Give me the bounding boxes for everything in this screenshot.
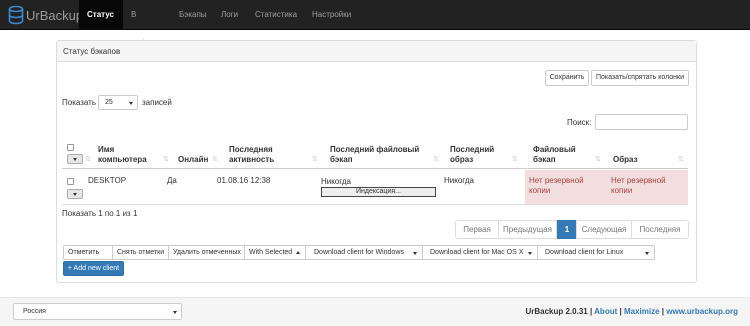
sort-arrows-icon: ⇅ (433, 156, 439, 163)
cell-file-backup: Нет резервной копии (529, 176, 584, 195)
save-button[interactable]: Сохранить (545, 70, 589, 86)
sort-arrows-icon: ⇅ (678, 156, 684, 163)
maximize-link[interactable]: Maximize (624, 307, 660, 316)
row-divider (62, 204, 688, 205)
pagination-last[interactable]: Последняя (631, 220, 689, 239)
download-windows-label: Download client for Windows (314, 249, 404, 256)
caret-down-icon (528, 251, 532, 255)
about-link[interactable]: About (594, 307, 617, 316)
sort-arrows-icon: ⇅ (85, 156, 91, 163)
with-selected-label: With Selected (249, 249, 293, 256)
tab-settings[interactable]: Настройки (304, 0, 360, 29)
show-label: Показать (62, 98, 97, 107)
toggle-columns-button[interactable]: Показать/спрятать колонки (591, 70, 689, 86)
header-online[interactable]: Онлайн (178, 155, 208, 165)
sort-arrows-icon: ⇅ (163, 156, 169, 163)
download-mac-button[interactable]: Download client for Mac OS X (422, 245, 538, 260)
tab-backups[interactable]: Бэкапы (171, 0, 211, 29)
deselect-button[interactable]: Снять отметки (112, 245, 169, 260)
download-linux-button[interactable]: Download client for Linux (537, 245, 655, 260)
panel-title: Статус бэкапов (57, 41, 696, 62)
row-actions-dropdown[interactable] (67, 189, 83, 199)
download-mac-label: Download client for Mac OS X (430, 249, 524, 256)
version-text: UrBackup 2.0.31 (525, 307, 588, 316)
pagination-next[interactable]: Следующая (576, 220, 632, 239)
caret-down-icon (645, 251, 649, 255)
database-icon (8, 5, 24, 25)
pagination-first[interactable]: Первая (455, 220, 499, 239)
select-all-button[interactable]: Отметить все (63, 245, 113, 269)
header-last-file-backup[interactable]: Последний файловый бэкап (330, 145, 419, 165)
caret-down-icon (129, 101, 133, 105)
page-size-value: 25 (105, 99, 113, 106)
header-image[interactable]: Образ (613, 155, 638, 165)
indexing-progress-bar: Индексация... (321, 187, 436, 197)
caret-down-icon (173, 310, 177, 314)
row-checkbox[interactable] (67, 178, 74, 185)
language-value: Россия (23, 308, 46, 315)
search-input[interactable] (595, 114, 688, 130)
caret-down-icon (413, 251, 417, 255)
tab-activities[interactable]: В работе (123, 0, 169, 48)
page-size-select[interactable]: 25 (98, 95, 138, 110)
tab-logs[interactable]: Логи (213, 0, 247, 29)
add-client-button[interactable]: + Add new client (63, 261, 124, 276)
download-linux-label: Download client for Linux (545, 249, 624, 256)
footer-links: UrBackup 2.0.31 | About | Maximize | www… (525, 307, 738, 316)
header-last-activity[interactable]: Последняя активность (229, 145, 274, 165)
language-select[interactable]: Россия (13, 303, 182, 320)
table-info: Показать 1 по 1 из 1 (62, 209, 138, 218)
cell-last-activity: 01.08.16 12:38 (217, 176, 271, 185)
delete-selected-button[interactable]: Удалить отмеченных (168, 245, 245, 260)
cell-last-image: Никогда (444, 176, 474, 185)
cell-last-file-backup: Никогда (321, 177, 351, 186)
top-navbar: UrBackup Статус В работе Бэкапы Логи Ста… (0, 0, 750, 48)
cell-computer-name[interactable]: DESKTOP (88, 176, 126, 186)
pagination-previous[interactable]: Предыдущая (498, 220, 557, 239)
sort-arrows-icon: ⇅ (595, 156, 601, 163)
header-last-image[interactable]: Последний образ (450, 145, 494, 165)
search-label: Поиск: (567, 118, 592, 127)
website-link[interactable]: www.urbackup.org (666, 307, 738, 316)
select-all-checkbox[interactable] (67, 144, 74, 151)
tab-statistics[interactable]: Статистика (247, 0, 305, 29)
with-selected-button[interactable]: With Selected (244, 245, 306, 260)
cell-image: Нет резервной копии (611, 176, 666, 195)
caret-up-icon (296, 251, 300, 254)
progress-label: Индексация... (356, 188, 401, 195)
caret-down-icon (73, 158, 77, 161)
header-file-backup[interactable]: Файловый бэкап (533, 145, 576, 165)
caret-down-icon (73, 193, 77, 196)
brand[interactable]: UrBackup (8, 4, 83, 26)
download-windows-button[interactable]: Download client for Windows (305, 245, 423, 260)
sort-arrows-icon: ⇅ (212, 156, 218, 163)
tab-status[interactable]: Статус (79, 0, 123, 29)
sort-arrows-icon: ⇅ (312, 156, 318, 163)
brand-name: UrBackup (26, 7, 84, 23)
footer: Россия UrBackup 2.0.31 | About | Maximiz… (0, 297, 750, 326)
header-divider (62, 168, 688, 169)
bulk-select-dropdown[interactable] (67, 154, 83, 164)
cell-online: Да (167, 176, 177, 185)
sort-arrows-icon: ⇅ (512, 156, 518, 163)
records-label: записей (142, 98, 172, 107)
pagination-page-1[interactable]: 1 (557, 220, 577, 239)
header-computer-name[interactable]: Имя компьютера (98, 145, 147, 165)
